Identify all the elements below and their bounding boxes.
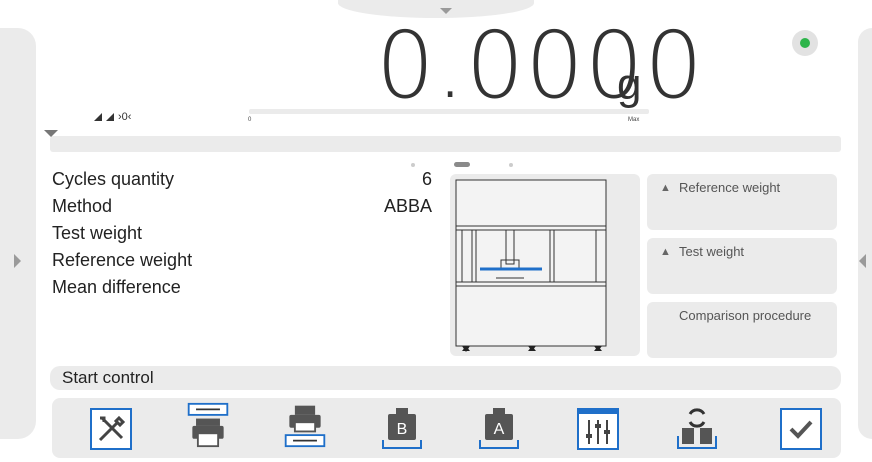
stability-left-icon	[94, 113, 102, 121]
svg-text:A: A	[494, 421, 505, 438]
print-button[interactable]	[282, 402, 328, 448]
print-header-button[interactable]	[185, 402, 231, 448]
capacity-bar-max: Max	[628, 117, 640, 123]
weight-b-icon: B	[382, 408, 422, 449]
parameter-value: ABBA	[383, 196, 432, 216]
test-weight-icon: ▲	[660, 246, 671, 258]
tools-icon	[90, 408, 132, 450]
printer-icon	[284, 405, 326, 448]
right-side-panel-tab[interactable]	[858, 28, 872, 439]
page-dot[interactable]	[411, 162, 415, 167]
capacity-bar-min: 0	[248, 117, 252, 123]
test-weight-tile[interactable]: ▲ Test weight	[647, 238, 837, 294]
weight-unit[interactable]: g	[617, 60, 641, 110]
reference-weight-tile[interactable]: ▲ Reference weight	[647, 174, 837, 230]
capacity-bar	[249, 109, 649, 114]
stability-status-icon	[792, 30, 818, 56]
info-divider	[50, 136, 841, 152]
weight-b-button[interactable]: B	[379, 406, 425, 452]
left-side-panel-tab[interactable]	[0, 28, 36, 439]
bottom-toolbar: B A	[52, 398, 841, 458]
sliders-icon	[577, 408, 619, 450]
mass-comparator-illustration	[455, 179, 607, 352]
parameter-list: Cycles quantity 6 Method ABBA Test weight …	[52, 168, 432, 303]
page-indicator	[388, 162, 536, 167]
parameter-label: Mean difference	[52, 277, 181, 297]
parameter-label: Test weight	[52, 223, 143, 243]
svg-text:B: B	[397, 421, 408, 438]
page-dot-active[interactable]	[454, 162, 470, 167]
checkmark-icon	[780, 408, 822, 450]
start-control-button[interactable]: Start control	[50, 366, 841, 390]
zero-indicator: ›0‹	[118, 111, 132, 123]
comparator-image-panel	[450, 174, 640, 356]
comparison-procedure-label: Comparison procedure	[679, 308, 812, 323]
swap-weights-icon	[677, 408, 717, 449]
page-dot[interactable]	[509, 162, 513, 167]
reference-weight-icon: ▲	[660, 182, 671, 194]
weight-reading: 0.0000	[376, 12, 704, 119]
expand-left-icon	[14, 254, 21, 268]
parameter-label: Cycles quantity	[52, 169, 175, 189]
settings-button[interactable]	[88, 406, 134, 452]
stability-right-icon	[106, 113, 114, 121]
parameter-label: Reference weight	[52, 250, 193, 270]
swap-weights-button[interactable]	[674, 406, 720, 452]
parameter-row: Reference weight	[52, 249, 432, 276]
parameter-label: Method	[52, 196, 113, 216]
parameter-row: Method ABBA	[52, 195, 432, 222]
test-weight-label: Test weight	[679, 244, 745, 259]
confirm-button[interactable]	[778, 406, 824, 452]
parameter-value: 6	[421, 169, 432, 189]
collapse-icon[interactable]	[44, 130, 58, 137]
parameter-row: Test weight	[52, 222, 432, 249]
parameters-button[interactable]	[575, 406, 621, 452]
parameter-row: Cycles quantity 6	[52, 168, 432, 195]
weighing-indicators: ›0‹	[94, 111, 131, 123]
print-header-icon	[187, 402, 229, 448]
comparison-procedure-tile[interactable]: Comparison procedure	[647, 302, 837, 358]
weight-a-icon: A	[479, 408, 519, 449]
expand-right-icon	[859, 254, 866, 268]
reference-weight-label: Reference weight	[679, 180, 781, 195]
weight-a-button[interactable]: A	[476, 406, 522, 452]
parameter-row: Mean difference	[52, 276, 432, 303]
